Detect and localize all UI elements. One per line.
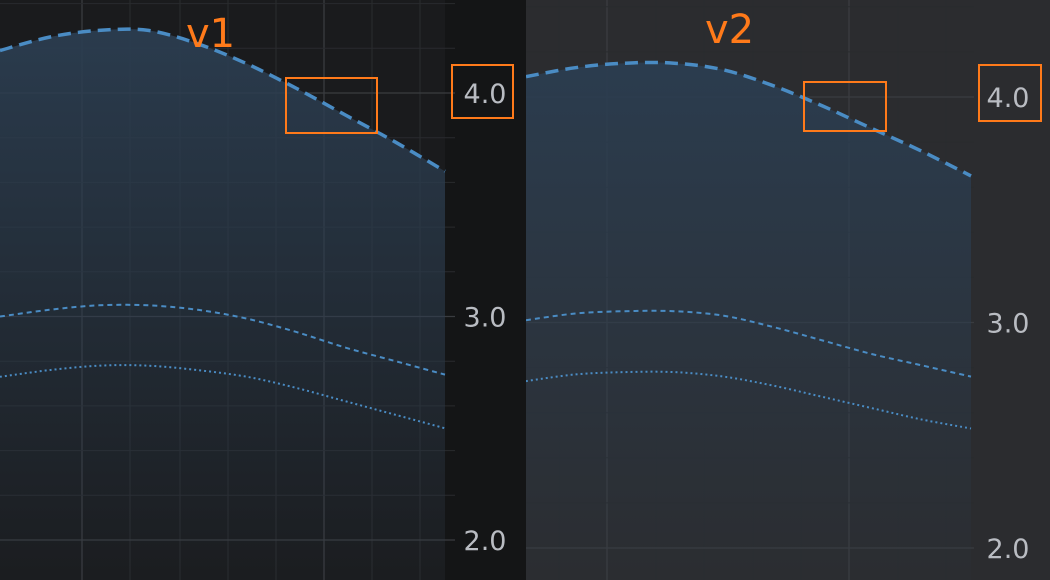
chart-v1: 4.0 3.0 2.0 — [0, 0, 526, 580]
chart-v2: 4.0 3.0 2.0 — [526, 0, 1050, 580]
y-tick-label: 3.0 — [987, 309, 1030, 340]
panel-v1: 4.0 3.0 2.0 v1 — [0, 0, 526, 580]
y-tick-label: 4.0 — [464, 79, 507, 110]
comparison-figure: 4.0 3.0 2.0 v1 4.0 3.0 2.0 v2 — [0, 0, 1050, 580]
y-tick-label: 2.0 — [987, 534, 1030, 565]
y-tick-label: 3.0 — [464, 303, 507, 334]
panel-v2: 4.0 3.0 2.0 v2 — [526, 0, 1050, 580]
y-tick-label: 2.0 — [464, 526, 507, 557]
panel-title-v1: v1 — [186, 11, 236, 57]
panel-title-v2: v2 — [705, 7, 755, 53]
y-tick-label: 4.0 — [987, 83, 1030, 114]
